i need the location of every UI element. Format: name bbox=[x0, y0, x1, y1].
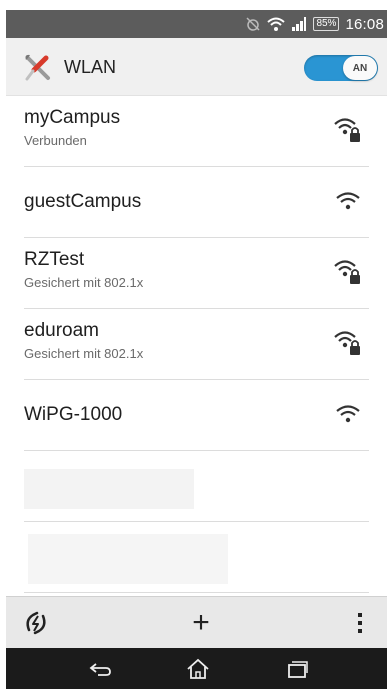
network-name: myCampus bbox=[24, 107, 121, 128]
wlan-toggle[interactable]: AN bbox=[304, 55, 378, 81]
bottom-action-bar: + bbox=[6, 596, 387, 649]
home-icon[interactable] bbox=[178, 656, 218, 682]
wifi-locked-icon bbox=[334, 118, 360, 142]
redacted-area bbox=[24, 469, 194, 509]
network-status: Verbunden bbox=[24, 133, 87, 148]
network-item-mycampus[interactable]: myCampus Verbunden bbox=[24, 96, 369, 167]
network-list: myCampus Verbunden guestCampus RZTest Ge… bbox=[6, 96, 387, 593]
wifi-locked-icon bbox=[334, 260, 360, 284]
navigation-bar bbox=[6, 648, 387, 689]
status-bar: 85% 16:08 bbox=[6, 10, 387, 38]
wifi-icon bbox=[336, 405, 360, 423]
wifi-icon bbox=[336, 192, 360, 210]
redacted-area bbox=[28, 534, 228, 584]
wifi-status-icon bbox=[267, 16, 286, 32]
network-name: RZTest bbox=[24, 249, 85, 270]
network-item-guestcampus[interactable]: guestCampus bbox=[24, 167, 369, 238]
back-icon[interactable] bbox=[80, 656, 120, 682]
network-name: eduroam bbox=[24, 320, 99, 341]
network-name: WiPG-1000 bbox=[24, 404, 123, 425]
action-bar: WLAN AN bbox=[6, 38, 387, 96]
wrench-screwdriver-icon[interactable] bbox=[22, 52, 54, 84]
alarm-off-icon bbox=[245, 16, 261, 32]
scan-refresh-icon[interactable] bbox=[18, 607, 54, 639]
network-status: Gesichert mit 802.1x bbox=[24, 346, 144, 361]
screen: 85% 16:08 WLAN AN myCampus Verbunden gue… bbox=[0, 0, 387, 689]
network-item-eduroam[interactable]: eduroam Gesichert mit 802.1x bbox=[24, 309, 369, 380]
wifi-locked-icon bbox=[334, 331, 360, 355]
clock: 16:08 bbox=[345, 15, 384, 33]
network-item-rztest[interactable]: RZTest Gesichert mit 802.1x bbox=[24, 238, 369, 309]
recent-apps-icon[interactable] bbox=[278, 656, 318, 682]
toggle-knob: AN bbox=[343, 56, 377, 80]
network-status: Gesichert mit 802.1x bbox=[24, 275, 144, 290]
network-name: guestCampus bbox=[24, 191, 142, 212]
redacted-network-item[interactable] bbox=[24, 451, 369, 522]
redacted-network-item[interactable] bbox=[24, 522, 369, 593]
network-item-wipg-1000[interactable]: WiPG-1000 bbox=[24, 380, 369, 451]
battery-indicator: 85% bbox=[313, 17, 340, 31]
add-network-button[interactable]: + bbox=[183, 606, 219, 639]
signal-icon bbox=[291, 16, 307, 32]
overflow-menu-icon[interactable] bbox=[342, 607, 378, 639]
page-title: WLAN bbox=[64, 57, 117, 77]
